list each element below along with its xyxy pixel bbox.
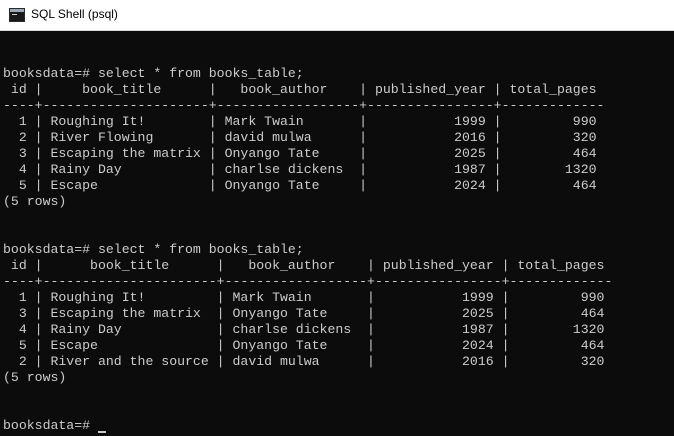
console-line: 5 | Escape | Onyango Tate | 2024 | 464 (3, 178, 597, 193)
console-line: booksdata=# (3, 418, 98, 433)
window-title: SQL Shell (psql) (31, 7, 118, 21)
console-line: 1 | Roughing It! | Mark Twain | 1999 | 9… (3, 290, 605, 305)
console-line: id | book_title | book_author | publishe… (3, 258, 605, 273)
console-line: 5 | Escape | Onyango Tate | 2024 | 464 (3, 338, 605, 353)
console-line: (5 rows) (3, 194, 67, 209)
text-cursor (98, 431, 107, 433)
console-line: 4 | Rainy Day | charlse dickens | 1987 |… (3, 322, 605, 337)
console-line: 3 | Escaping the matrix | Onyango Tate |… (3, 306, 605, 321)
console-line: 3 | Escaping the matrix | Onyango Tate |… (3, 146, 597, 161)
psql-window: SQL Shell (psql) booksdata=# select * fr… (0, 0, 674, 436)
console-line: booksdata=# select * from books_table; (3, 242, 304, 257)
console-line: 2 | River Flowing | david mulwa | 2016 |… (3, 130, 597, 145)
console-line: booksdata=# select * from books_table; (3, 66, 304, 81)
title-bar[interactable]: SQL Shell (psql) (0, 0, 674, 31)
console-line: ----+----------------------+------------… (3, 274, 613, 289)
console-line: (5 rows) (3, 370, 67, 385)
console-line: 4 | Rainy Day | charlse dickens | 1987 |… (3, 162, 597, 177)
terminal-output[interactable]: booksdata=# select * from books_table; i… (0, 31, 674, 436)
console-window-icon[interactable] (9, 8, 25, 22)
console-line: id | book_title | book_author | publishe… (3, 82, 597, 97)
console-line: 2 | River and the source | david mulwa |… (3, 354, 605, 369)
console-line: 1 | Roughing It! | Mark Twain | 1999 | 9… (3, 114, 597, 129)
console-line: ----+---------------------+-------------… (3, 98, 605, 113)
